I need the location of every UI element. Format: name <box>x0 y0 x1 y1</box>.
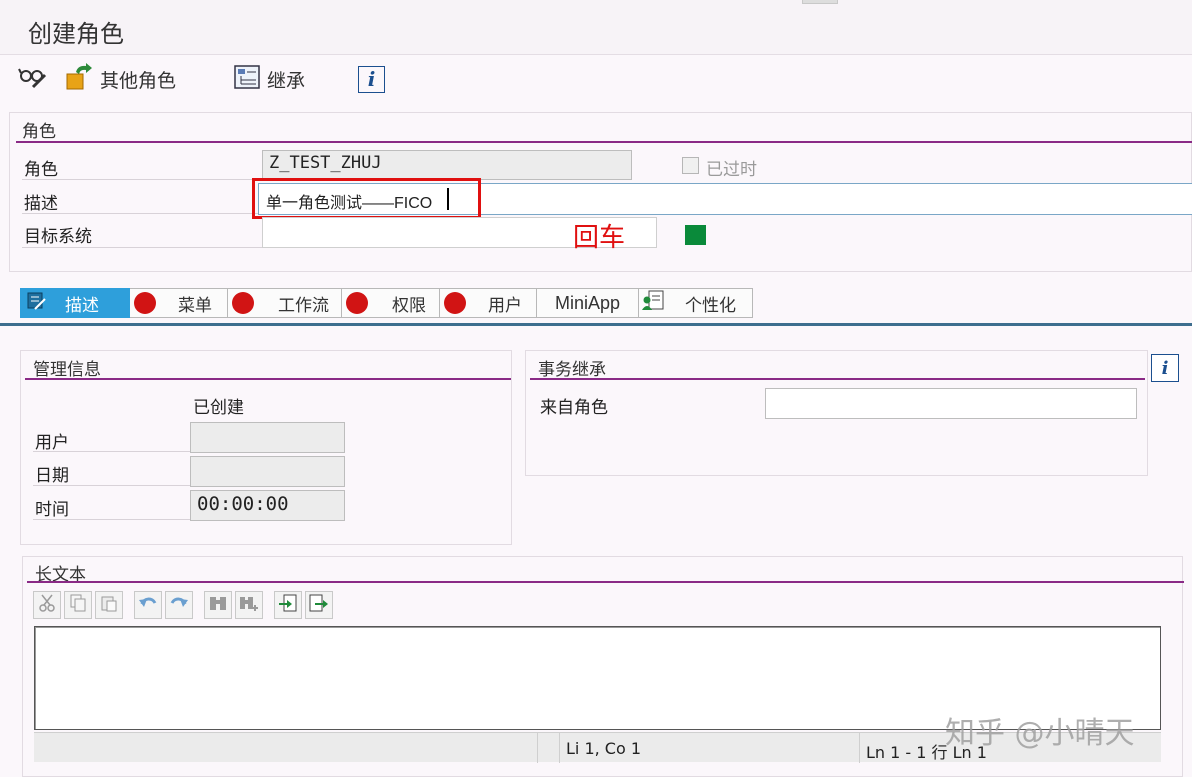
red-status-icon <box>444 292 466 314</box>
long-text-divider <box>27 581 1184 583</box>
enter-annotation: 回车 <box>573 223 626 253</box>
paste-icon <box>100 594 118 617</box>
tab-authorization[interactable]: 权限 <box>342 288 440 318</box>
user-label: 用户 <box>35 433 69 453</box>
row-divider <box>33 519 191 520</box>
description-icon <box>27 291 47 316</box>
transfer-role-icon <box>64 62 94 97</box>
description-label: 描述 <box>24 194 58 214</box>
editor-toolbar <box>33 591 337 621</box>
binoculars-plus-icon <box>239 594 259 617</box>
import-icon <box>278 594 298 617</box>
scissors-icon <box>38 594 56 617</box>
row-divider <box>22 179 262 180</box>
row-divider <box>22 213 262 214</box>
personalization-icon <box>641 290 665 317</box>
find-next-button[interactable] <box>235 591 263 619</box>
tab-description[interactable]: 描述 <box>20 288 130 318</box>
tab-personalization[interactable]: 个性化 <box>639 288 753 318</box>
tab-user[interactable]: 用户 <box>440 288 537 318</box>
undo-icon <box>138 594 158 617</box>
transaction-inheritance-panel: 事务继承 来自角色 <box>525 350 1148 476</box>
inherit-label: 继承 <box>267 69 306 92</box>
display-change-button[interactable] <box>18 63 48 95</box>
copy-icon <box>69 594 87 617</box>
inheritance-icon <box>233 64 261 95</box>
status-spacer <box>537 733 559 763</box>
time-field[interactable]: 00:00:00 <box>190 490 345 521</box>
redo-icon <box>169 594 189 617</box>
target-system-label: 目标系统 <box>24 227 92 247</box>
role-section-title: 角色 <box>22 122 56 142</box>
role-label: 角色 <box>24 160 58 180</box>
import-button[interactable] <box>274 591 302 619</box>
role-field[interactable]: Z_TEST_ZHUJ <box>262 150 632 180</box>
tab-user-label: 用户 <box>488 295 522 316</box>
glasses-pencil-icon <box>18 63 48 96</box>
from-role-field[interactable] <box>765 388 1137 419</box>
admin-info-title: 管理信息 <box>33 360 101 380</box>
user-field[interactable] <box>190 422 345 453</box>
row-divider <box>33 451 191 452</box>
tab-strip: 描述 菜单 工作流 权限 用户 MiniApp 个性化 <box>20 288 753 318</box>
expired-checkbox[interactable] <box>682 157 699 174</box>
inheritance-title: 事务继承 <box>538 360 606 380</box>
tab-menu-label: 菜单 <box>178 295 212 316</box>
info-button[interactable]: i <box>358 63 385 95</box>
date-label: 日期 <box>35 466 69 486</box>
redo-button[interactable] <box>165 591 193 619</box>
inheritance-divider <box>530 378 1145 380</box>
row-divider <box>33 485 191 486</box>
role-section: 角色 角色 Z_TEST_ZHUJ 已过时 描述 单一角色测试——FICO 目标… <box>9 112 1192 272</box>
tab-menu[interactable]: 菜单 <box>130 288 228 318</box>
from-role-label: 来自角色 <box>540 398 608 418</box>
tab-miniapp-label: MiniApp <box>554 292 621 313</box>
binoculars-icon <box>208 594 228 617</box>
info-icon[interactable]: i <box>1151 354 1179 382</box>
page-title: 创建角色 <box>28 20 124 48</box>
row-divider <box>22 247 262 248</box>
tab-strip-underline <box>0 323 1192 326</box>
admin-info-divider <box>25 378 511 380</box>
top-handle[interactable] <box>802 0 838 4</box>
expired-label: 已过时 <box>706 160 757 180</box>
highlight-box <box>252 178 481 219</box>
tab-description-label: 描述 <box>65 295 99 316</box>
time-label: 时间 <box>35 500 69 520</box>
red-status-icon <box>134 292 156 314</box>
paste-button[interactable] <box>95 591 123 619</box>
info-icon: i <box>358 65 385 93</box>
title-bar: 创建角色 <box>0 0 1192 55</box>
red-status-icon <box>346 292 368 314</box>
other-roles-button[interactable]: 其他角色 <box>64 62 177 97</box>
tab-miniapp[interactable]: MiniApp <box>537 288 639 318</box>
cut-button[interactable] <box>33 591 61 619</box>
undo-button[interactable] <box>134 591 162 619</box>
tab-workflow-label: 工作流 <box>278 295 329 316</box>
copy-button[interactable] <box>64 591 92 619</box>
created-label: 已创建 <box>193 398 244 418</box>
inherit-button[interactable]: 继承 <box>233 63 305 95</box>
application-toolbar: 其他角色 继承 i <box>0 55 1192 102</box>
export-button[interactable] <box>305 591 333 619</box>
admin-info-panel: 管理信息 已创建 用户 日期 时间 00:00:00 <box>20 350 512 545</box>
role-section-divider <box>16 141 1192 143</box>
status-indicator <box>685 225 706 245</box>
tab-workflow[interactable]: 工作流 <box>228 288 342 318</box>
find-button[interactable] <box>204 591 232 619</box>
date-field[interactable] <box>190 456 345 487</box>
cursor-position: Li 1, Co 1 <box>559 733 859 763</box>
watermark: 知乎 @小晴天 <box>945 716 1135 751</box>
tab-authorization-label: 权限 <box>392 295 426 316</box>
red-status-icon <box>232 292 254 314</box>
other-roles-label: 其他角色 <box>100 69 177 92</box>
tab-personalization-label: 个性化 <box>685 295 736 316</box>
export-icon <box>309 594 329 617</box>
